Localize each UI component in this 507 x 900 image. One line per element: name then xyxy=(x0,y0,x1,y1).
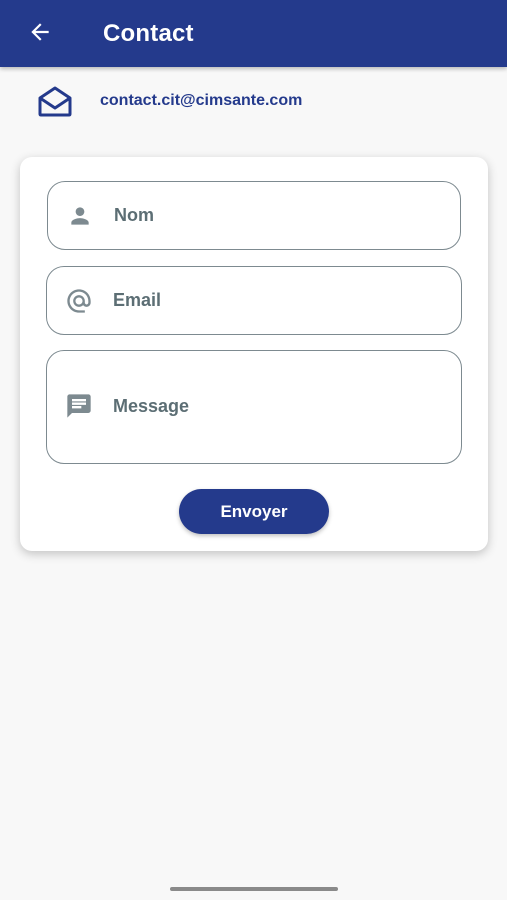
person-icon xyxy=(65,201,95,231)
contact-email-row: contact.cit@cimsante.com xyxy=(36,84,302,118)
app-bar: Contact xyxy=(0,0,507,67)
back-button[interactable] xyxy=(20,17,60,51)
name-input[interactable]: Nom xyxy=(47,181,461,250)
contact-email-link[interactable]: contact.cit@cimsante.com xyxy=(100,92,302,110)
message-icon xyxy=(64,391,94,421)
contact-form-card: Nom Email Message Envoyer xyxy=(20,157,488,551)
envelope-open-icon xyxy=(36,84,74,118)
arrow-left-icon xyxy=(27,19,53,50)
name-placeholder: Nom xyxy=(114,205,154,225)
at-sign-icon xyxy=(64,286,94,316)
email-input[interactable]: Email xyxy=(46,266,462,335)
home-indicator[interactable] xyxy=(170,887,338,891)
email-placeholder: Email xyxy=(113,290,162,310)
message-placeholder: Message xyxy=(113,396,190,416)
send-button[interactable]: Envoyer xyxy=(179,489,329,534)
message-textarea[interactable]: Message xyxy=(46,350,462,464)
page-title: Contact xyxy=(103,20,194,47)
